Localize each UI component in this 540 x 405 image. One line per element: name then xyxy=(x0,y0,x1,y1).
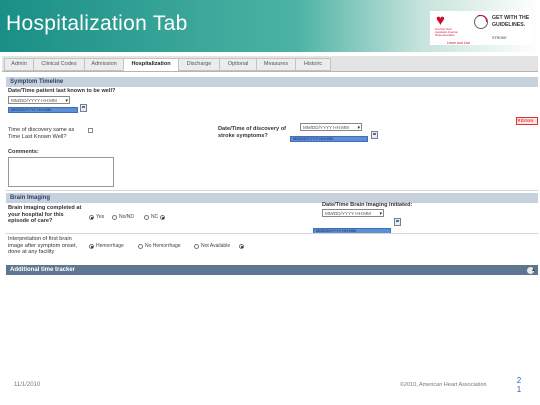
discovery-same-checkbox[interactable] xyxy=(88,128,93,133)
tab-clinical-codes[interactable]: Clinical Codes xyxy=(33,58,85,71)
dropdown-caret-icon: ▾ xyxy=(379,211,382,217)
expand-icon[interactable]: ▲ xyxy=(527,267,536,274)
discovery-datetime-label: Date/Time of discovery of stroke symptom… xyxy=(218,126,286,139)
imaging-initiated-select[interactable]: MM/DD/YYYY HH:MM ▾ xyxy=(322,209,384,217)
hemorrhage-radio[interactable] xyxy=(89,244,94,249)
completed-nc-radio[interactable] xyxy=(144,215,149,220)
symptom-timeline-header[interactable]: Symptom Timeline xyxy=(6,77,538,87)
completed-yes-radio[interactable] xyxy=(89,215,94,220)
completed-no-radio[interactable] xyxy=(112,215,117,220)
section-divider xyxy=(6,233,538,234)
last-known-well-select[interactable]: MM/DD/YYYY HH:MM ▾ xyxy=(8,96,70,104)
brain-imaging-completed-label: Brain imaging completed at your hospital… xyxy=(8,205,82,224)
section-divider xyxy=(6,190,538,191)
error-badge[interactable]: ✕Errors xyxy=(516,117,538,125)
slide-title: Hospitalization Tab xyxy=(6,12,188,35)
slide-page-number: 2 1 xyxy=(514,376,524,394)
additional-time-tracker-label: Additional time tracker xyxy=(10,267,76,273)
comments-label: Comments: xyxy=(8,149,39,155)
discovery-same-label: Time of discovery same as Time Last Know… xyxy=(8,127,75,140)
not-available-label: Not Available xyxy=(201,243,231,249)
brain-imaging-header[interactable]: Brain Imaging xyxy=(6,193,538,203)
gwtg-logo-sub: STROKE xyxy=(492,36,507,40)
page-number-digit: 1 xyxy=(516,385,522,394)
tab-historic[interactable]: Historic xyxy=(295,58,331,71)
clear-selection-icon[interactable] xyxy=(239,244,244,249)
aha-logo-tagline: Learn and Live xyxy=(447,41,471,45)
logo-area: ♥ American Heart Association American St… xyxy=(430,11,532,45)
comments-textarea[interactable] xyxy=(8,157,114,187)
hemorrhage-label: Hemorrhage xyxy=(96,243,124,249)
page-number-digit: 2 xyxy=(516,376,522,385)
no-hemorrhage-label: No Hemorrhage xyxy=(145,243,181,249)
discovery-datetime-highlight: MM/DD/YYYY HH:MM xyxy=(290,136,368,142)
tab-optional[interactable]: Optional xyxy=(219,58,257,71)
slide-copyright: ©2010, American Heart Association xyxy=(400,382,487,388)
no-hemorrhage-radio[interactable] xyxy=(138,244,143,249)
slide-banner: Hospitalization Tab ♥ American Heart Ass… xyxy=(0,0,540,52)
aha-heart-logo-icon: ♥ xyxy=(436,12,445,29)
tab-admission[interactable]: Admission xyxy=(84,58,124,71)
imaging-initiated-label: Date/Time Brain Imaging Initiated: xyxy=(322,202,413,208)
tab-admin[interactable]: Admin xyxy=(4,58,34,71)
aha-logo-text: American Heart Association American Stro… xyxy=(435,28,458,37)
completed-nc-label: NC xyxy=(151,214,159,220)
last-known-well-highlight: MM/DD/YYYY HH:MM xyxy=(8,107,78,113)
additional-time-tracker-header[interactable]: Additional time tracker ▲ xyxy=(6,265,538,275)
calendar-icon[interactable] xyxy=(80,104,87,112)
interpretation-label: Interpretation of first brain image afte… xyxy=(8,236,78,255)
dropdown-caret-icon: ▾ xyxy=(65,98,68,104)
calendar-icon[interactable] xyxy=(394,218,401,226)
tab-discharge[interactable]: Discharge xyxy=(178,58,220,71)
clear-selection-icon[interactable] xyxy=(160,215,165,220)
slide-date: 11/1/2010 xyxy=(14,382,41,388)
tab-hospitalization[interactable]: Hospitalization xyxy=(123,58,179,71)
completed-yes-label: Yes xyxy=(96,214,105,220)
gwtg-logo-icon xyxy=(474,15,488,29)
gwtg-logo-text: GET WITH THE GUIDELINES. xyxy=(492,15,530,28)
dropdown-caret-icon: ▾ xyxy=(357,125,360,131)
not-available-radio[interactable] xyxy=(194,244,199,249)
completed-no-label: No/ND xyxy=(119,214,135,220)
tab-bar: Admin Clinical Codes Admission Hospitali… xyxy=(2,56,538,72)
last-known-well-label: Date/Time patient last known to be well? xyxy=(8,88,116,94)
hospitalization-form: Admin Clinical Codes Admission Hospitali… xyxy=(2,56,538,277)
calendar-icon[interactable] xyxy=(371,131,378,139)
tab-measures[interactable]: Measures xyxy=(256,58,296,71)
discovery-datetime-select[interactable]: MM/DD/YYYY HH:MM ▾ xyxy=(300,123,362,131)
